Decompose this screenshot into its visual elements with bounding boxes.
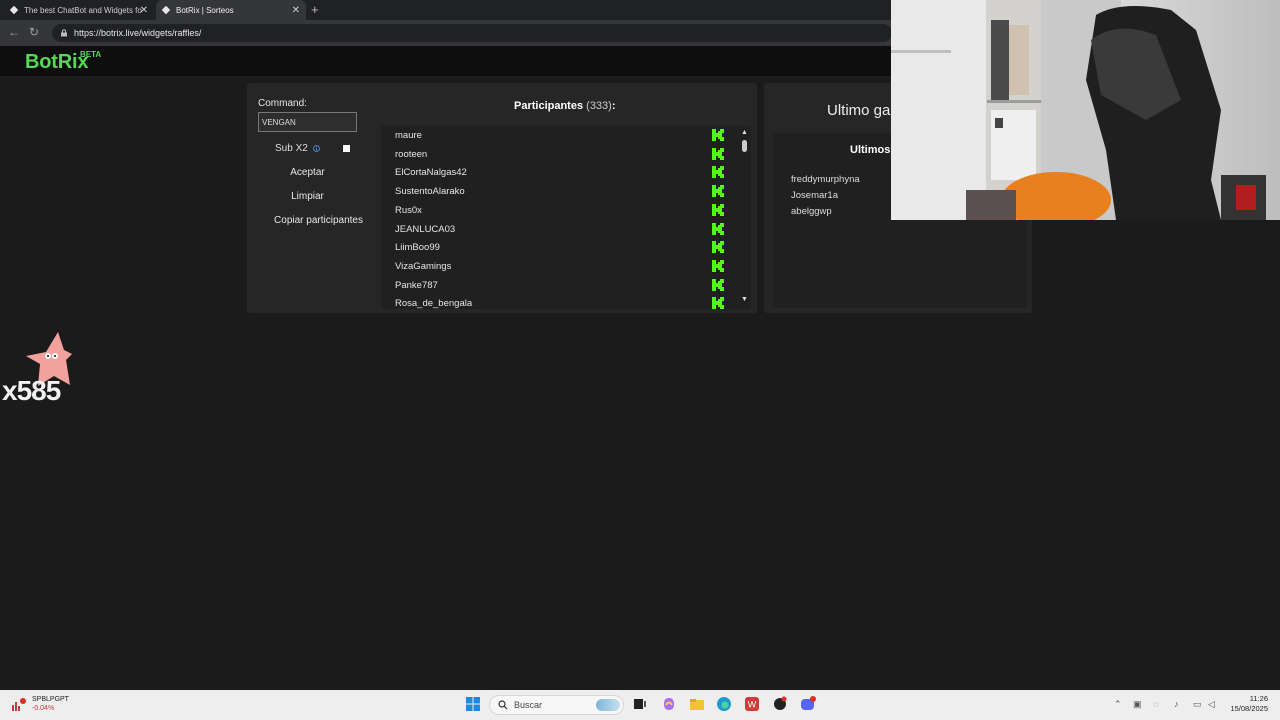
microphone-icon[interactable]: ♪ <box>1174 699 1184 709</box>
participant-name: Rosa_de_bengala <box>395 298 473 309</box>
file-explorer-icon[interactable] <box>689 696 705 712</box>
participants-heading: Participantes (333): <box>381 100 751 112</box>
taskbar-search[interactable]: Buscar <box>489 695 624 715</box>
winner-item: Josemar1a <box>791 190 838 201</box>
participant-row: VizaGamings <box>381 257 741 276</box>
close-tab-icon[interactable]: ✕ <box>292 5 300 16</box>
tray-network-icon[interactable]: ◌ <box>1153 699 1163 709</box>
tab-label: The best ChatBot and Widgets fo <box>24 5 142 15</box>
participant-name: ElCortaNalgas42 <box>395 167 467 179</box>
participant-row: LiimBoo99 <box>381 238 741 257</box>
webcam-feed-image <box>891 0 1266 220</box>
new-tab-button[interactable]: + <box>311 2 319 17</box>
participants-suffix: : <box>611 100 616 112</box>
participant-name: JEANLUCA03 <box>395 223 456 235</box>
botrix-favicon-icon <box>161 5 171 15</box>
task-view-icon[interactable] <box>632 696 648 712</box>
url-text: https://botrix.live/widgets/raffles/ <box>74 28 202 38</box>
last-winner-title: Ultimo ga <box>827 102 891 119</box>
participant-row: rooteen <box>381 145 741 164</box>
participant-row: SustentoAlarako <box>381 182 741 201</box>
stock-ticker[interactable]: SPBLPGPT -0.04% <box>32 695 69 713</box>
search-placeholder: Buscar <box>514 700 543 710</box>
discord-icon[interactable] <box>800 696 816 712</box>
tab-label: BotRix | Sorteos <box>176 5 234 15</box>
participant-name: Rus0x <box>395 204 422 216</box>
participant-name: LiimBoo99 <box>395 242 440 254</box>
windows-start-icon[interactable] <box>465 696 481 712</box>
participant-row: maure <box>381 126 741 145</box>
clear-button[interactable]: Limpiar <box>258 186 357 206</box>
browser-tab-chatbot[interactable]: The best ChatBot and Widgets fo ✕ <box>4 0 154 20</box>
kick-icon <box>712 278 724 291</box>
scroll-down-arrow-icon[interactable]: ▼ <box>741 296 748 303</box>
site-info-icon[interactable] <box>60 29 68 37</box>
accept-button[interactable]: Aceptar <box>258 162 357 182</box>
participant-row: Rosa_de_bengala <box>381 294 741 309</box>
participant-name: VizaGamings <box>395 260 452 272</box>
kick-icon <box>712 259 724 272</box>
sub-x2-checkbox[interactable] <box>343 145 350 152</box>
edge-browser-icon[interactable] <box>716 696 732 712</box>
kick-icon <box>712 203 724 216</box>
emote-counter-text: x585 <box>2 375 61 406</box>
media-app-icon[interactable] <box>772 696 788 712</box>
system-clock[interactable]: 11:26 15/08/2025 <box>1222 694 1268 714</box>
participant-row: ElCortaNalgas42 <box>381 163 741 182</box>
tray-app-icon[interactable]: ▣ <box>1133 699 1143 709</box>
svg-text:W: W <box>748 700 757 710</box>
reload-icon[interactable]: ↻ <box>29 25 39 39</box>
winner-item: abelggwp <box>791 206 832 217</box>
participant-name: SustentoAlarako <box>395 186 465 198</box>
stock-widget-icon[interactable] <box>10 697 26 713</box>
copy-participants-button[interactable]: Copiar participantes <box>258 210 379 230</box>
copilot-icon[interactable] <box>661 696 677 712</box>
volume-icon[interactable]: ◁ <box>1208 699 1218 709</box>
scrollbar-thumb[interactable] <box>742 140 747 152</box>
sub-x2-option: Sub X2 <box>258 139 357 157</box>
participants-list[interactable]: maure rooteen ElCortaNalgas42 SustentoAlara… <box>381 126 751 309</box>
display-icon[interactable]: ▭ <box>1193 699 1203 709</box>
show-hidden-icons-icon[interactable]: ⌃ <box>1114 699 1124 709</box>
participant-row: Panke787 <box>381 276 741 295</box>
participants-count: (333) <box>586 100 612 112</box>
info-icon[interactable] <box>312 144 320 152</box>
address-bar[interactable]: https://botrix.live/widgets/raffles/ <box>52 24 892 42</box>
wps-office-icon[interactable]: W <box>744 696 760 712</box>
kick-icon <box>712 166 724 179</box>
participant-name: maure <box>395 130 422 141</box>
recent-winners-title: Ultimos <box>850 144 891 156</box>
kick-icon <box>712 297 724 309</box>
raffle-panel: Command: Sub X2 Aceptar Limpiar Copiar p… <box>247 83 757 313</box>
close-tab-icon[interactable]: ✕ <box>140 5 148 16</box>
windows-taskbar: SPBLPGPT -0.04% Buscar W ⌃ ▣ ◌ ♪ ▭ ◁ 11:… <box>0 690 1280 720</box>
kick-icon <box>712 185 724 198</box>
kick-icon <box>712 147 724 160</box>
kick-icon <box>712 241 724 254</box>
participant-row: JEANLUCA03 <box>381 220 741 239</box>
participants-title: Participantes <box>514 100 584 112</box>
kick-icon <box>712 222 724 235</box>
clock-date: 15/08/2025 <box>1230 704 1268 713</box>
command-label: Command: <box>258 98 307 109</box>
ticker-name: SPBLPGPT <box>32 696 69 703</box>
sub-x2-label: Sub X2 <box>275 142 308 154</box>
clock-time: 11:26 <box>1249 694 1268 703</box>
kick-icon <box>712 129 724 141</box>
botrix-favicon-icon <box>9 5 19 15</box>
browser-tab-raffles[interactable]: BotRix | Sorteos ✕ <box>156 0 306 20</box>
scroll-up-arrow-icon[interactable]: ▲ <box>741 129 748 136</box>
search-highlight-icon <box>596 699 620 711</box>
back-arrow-icon[interactable]: ← <box>8 25 20 39</box>
search-icon <box>498 700 508 710</box>
participant-name: Panke787 <box>395 279 438 291</box>
participant-row: Rus0x <box>381 201 741 220</box>
winner-item: freddymurphyna <box>791 174 860 185</box>
botrix-logo[interactable]: BotRix <box>25 51 88 74</box>
ticker-change: -0.04% <box>32 705 55 712</box>
beta-badge: BETA <box>80 50 102 59</box>
webcam-overlay <box>891 0 1280 220</box>
participant-name: rooteen <box>395 148 428 160</box>
command-input[interactable] <box>258 112 357 132</box>
